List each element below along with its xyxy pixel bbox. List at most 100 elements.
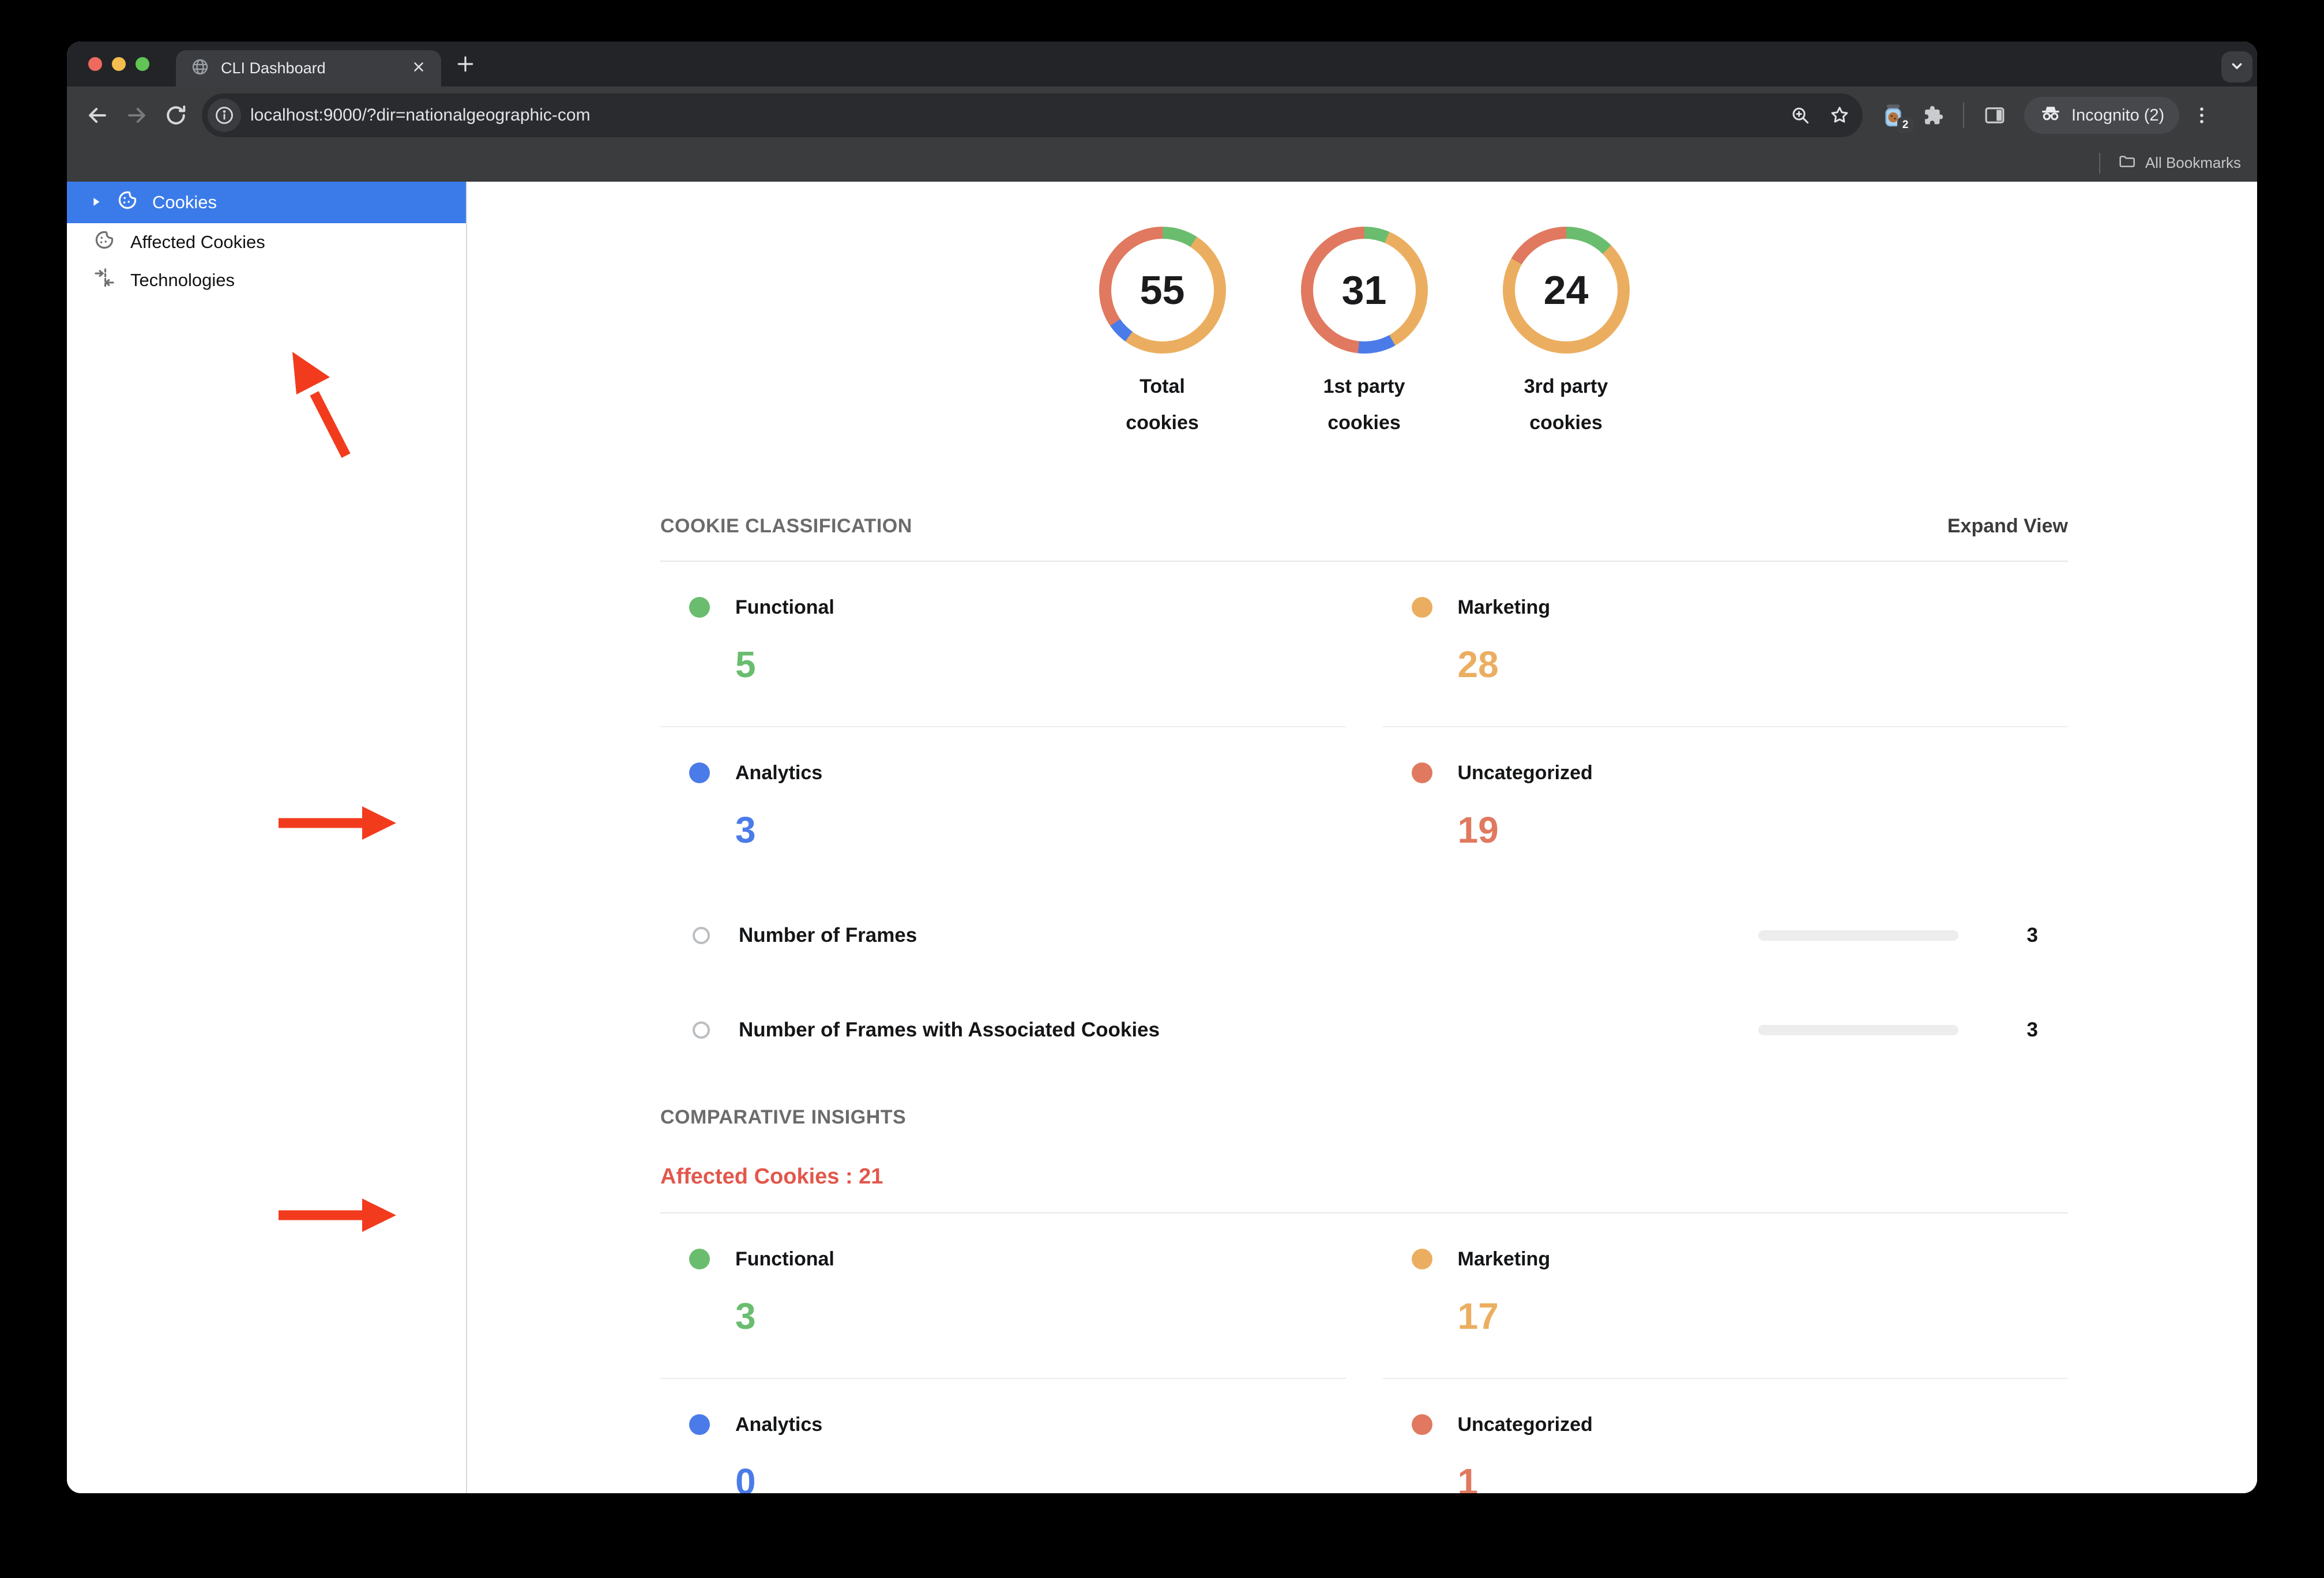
category-name: Analytics xyxy=(735,1413,823,1436)
category-value: 19 xyxy=(1457,809,1499,851)
category-dot xyxy=(1411,597,1432,618)
incognito-badge[interactable]: Incognito (2) xyxy=(2024,97,2180,134)
sidebar-item-affected-cookies[interactable]: Affected Cookies xyxy=(67,223,466,261)
ring-icon xyxy=(693,1021,710,1039)
insights-header: COMPARATIVE INSIGHTS xyxy=(660,1106,2068,1129)
maximize-window-button[interactable] xyxy=(136,57,149,71)
frames-value: 3 xyxy=(2026,1018,2038,1041)
category-uncategorized: Uncategorized 1 xyxy=(1383,1379,2069,1493)
url-bar[interactable]: localhost:9000/?dir=nationalgeographic-c… xyxy=(202,93,1863,137)
donut-chart: 55 xyxy=(1099,227,1226,354)
donut-total-cookies: 55 Total cookies xyxy=(1099,227,1226,441)
bookmarks-separator xyxy=(2099,152,2100,174)
category-dot xyxy=(689,597,710,618)
category-value: 3 xyxy=(735,809,756,851)
donut-label: Total cookies xyxy=(1126,375,1199,434)
minimize-window-button[interactable] xyxy=(112,57,126,71)
site-info-icon[interactable] xyxy=(208,99,241,132)
toolbar-separator xyxy=(1963,103,1964,128)
sidebar-item-cookies[interactable]: Cookies xyxy=(67,182,466,223)
category-marketing: Marketing 28 xyxy=(1382,562,2068,727)
menu-dots-icon[interactable] xyxy=(2185,99,2218,132)
category-name: Marketing xyxy=(1457,1248,1551,1270)
category-name: Marketing xyxy=(1457,596,1551,618)
category-analytics: Analytics 0 xyxy=(660,1379,1346,1493)
donut-value: 24 xyxy=(1543,268,1589,313)
frames-row: Number of Frames with Associated Cookies… xyxy=(660,1012,2068,1049)
extension-badge: 2 xyxy=(1897,117,1913,133)
category-dot xyxy=(1411,762,1432,784)
donut-chart: 31 xyxy=(1300,227,1428,354)
category-name: Functional xyxy=(735,1248,834,1270)
sidebar: Cookies Affected Cookies Technologies xyxy=(67,182,467,1493)
frames-label: Number of Frames with Associated Cookies xyxy=(739,1018,1160,1041)
globe-icon xyxy=(191,58,209,79)
frames-label: Number of Frames xyxy=(739,923,917,946)
sidebar-item-label: Affected Cookies xyxy=(130,232,265,252)
tab-title: CLI Dashboard xyxy=(221,59,326,77)
zoom-icon[interactable] xyxy=(1785,100,1815,130)
sidebar-item-technologies[interactable]: Technologies xyxy=(67,261,466,299)
category-analytics: Analytics 3 xyxy=(660,727,1346,892)
category-value: 17 xyxy=(1457,1295,1499,1337)
category-value: 0 xyxy=(735,1460,756,1493)
category-dot xyxy=(1411,1414,1432,1436)
page-content: Cookies Affected Cookies Technologies 55… xyxy=(67,182,2257,1493)
cookie-icon xyxy=(93,229,115,256)
sidebar-item-label: Technologies xyxy=(130,270,235,290)
chevron-down-icon xyxy=(2228,57,2246,78)
category-functional: Functional 5 xyxy=(660,562,1346,727)
window-controls xyxy=(88,42,149,87)
frames-stats: Number of Frames 3 Number of Frames with… xyxy=(660,917,2068,1049)
cookie-icon xyxy=(116,189,138,216)
all-bookmarks-label[interactable]: All Bookmarks xyxy=(2145,154,2241,172)
donut-chart: 24 xyxy=(1502,227,1630,354)
category-value: 3 xyxy=(735,1295,756,1337)
category-dot xyxy=(689,762,710,784)
donut-third-party-cookies: 24 3rd party cookies xyxy=(1502,227,1630,441)
classification-header: COOKIE CLASSIFICATION Expand View xyxy=(660,515,2068,538)
new-tab-button[interactable] xyxy=(454,42,477,87)
folder-icon xyxy=(2118,152,2136,174)
technologies-icon xyxy=(93,267,115,294)
category-functional: Functional 3 xyxy=(660,1213,1346,1379)
donut-first-party-cookies: 31 1st party cookies xyxy=(1300,227,1428,441)
category-name: Uncategorized xyxy=(1457,761,1593,784)
category-value: 28 xyxy=(1457,643,1499,685)
back-button[interactable] xyxy=(81,99,114,132)
frames-value: 3 xyxy=(2026,923,2038,946)
forward-button[interactable] xyxy=(120,99,153,132)
browser-window: CLI Dashboard localhost:9000/?dir=nation… xyxy=(67,42,2257,1493)
reload-button[interactable] xyxy=(159,99,193,132)
close-window-button[interactable] xyxy=(88,57,102,71)
tab-strip: CLI Dashboard xyxy=(67,42,2257,87)
category-value: 5 xyxy=(735,643,756,685)
classification-grid: Functional 5 Marketing 28 Analytics 3 Un… xyxy=(660,562,2068,892)
section-title: COMPARATIVE INSIGHTS xyxy=(660,1106,907,1128)
ring-icon xyxy=(693,926,710,944)
cookie-extension-icon[interactable]: 2 xyxy=(1877,99,1913,133)
category-name: Uncategorized xyxy=(1457,1413,1593,1436)
category-value: 1 xyxy=(1457,1460,1479,1493)
tab-search-button[interactable] xyxy=(2221,51,2252,82)
category-marketing: Marketing 17 xyxy=(1382,1213,2068,1379)
side-panel-icon[interactable] xyxy=(1978,99,2011,132)
frames-progress-bar xyxy=(1758,930,1958,941)
expand-triangle-icon[interactable] xyxy=(90,192,103,213)
url-text[interactable]: localhost:9000/?dir=nationalgeographic-c… xyxy=(250,106,1776,125)
frames-progress-bar xyxy=(1758,1024,1958,1035)
category-name: Analytics xyxy=(735,761,823,784)
incognito-label: Incognito (2) xyxy=(2071,106,2165,125)
affected-cookies-label: Affected Cookies : 21 xyxy=(660,1164,883,1189)
expand-view-link[interactable]: Expand View xyxy=(1947,515,2068,538)
tab-cli-dashboard[interactable]: CLI Dashboard xyxy=(176,50,441,87)
insights-grid: Functional 3 Marketing 17 Analytics 0 Un… xyxy=(660,1213,2068,1493)
close-tab-icon[interactable] xyxy=(411,59,426,77)
category-dot xyxy=(689,1249,710,1270)
donut-label: 3rd party cookies xyxy=(1524,375,1608,434)
extensions-puzzle-icon[interactable] xyxy=(1916,99,1949,132)
bookmarks-bar: All Bookmarks xyxy=(67,144,2257,182)
bookmark-star-icon[interactable] xyxy=(1825,100,1855,130)
category-dot xyxy=(1411,1249,1432,1270)
donut-value: 55 xyxy=(1140,268,1185,313)
